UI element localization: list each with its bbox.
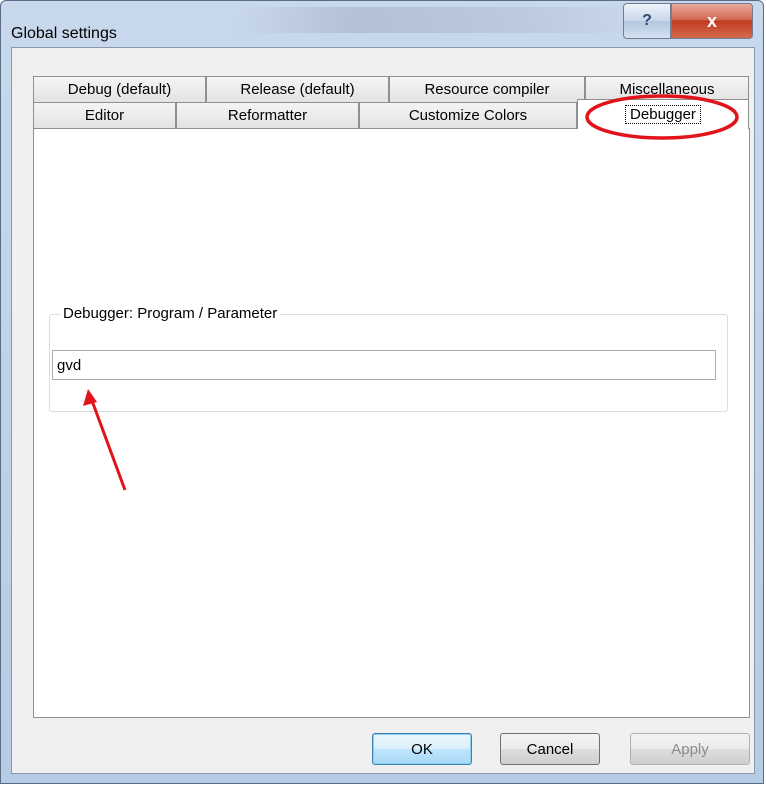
tab-reformatter[interactable]: Reformatter [176,102,359,128]
title-bar-glass [231,7,651,33]
close-icon: x [706,10,717,31]
tab-editor[interactable]: Editor [33,102,176,128]
apply-button-label: Apply [671,740,709,758]
tab-label: Reformatter [227,107,308,124]
groupbox-label: Debugger: Program / Parameter [60,305,281,322]
tab-label: Miscellaneous [619,81,715,98]
tab-customize-colors[interactable]: Customize Colors [359,102,577,128]
tab-label: Debugger [625,105,701,124]
ok-button[interactable]: OK [372,733,472,765]
cancel-button-label: Cancel [526,740,574,758]
tab-debug-default[interactable]: Debug (default) [33,76,206,102]
help-button[interactable]: ? [623,3,671,39]
tab-release-default[interactable]: Release (default) [206,76,389,102]
debugger-program-input[interactable] [52,350,716,380]
ok-button-label: OK [411,740,433,758]
tab-label: Resource compiler [424,81,550,98]
tab-label: Customize Colors [408,107,528,124]
help-icon: ? [642,12,652,29]
tab-resource-compiler[interactable]: Resource compiler [389,76,585,102]
apply-button: Apply [630,733,750,765]
debugger-tab-panel [33,128,750,718]
tab-label: Editor [84,107,125,124]
tab-debugger[interactable]: Debugger [577,99,749,129]
window-title: Global settings [11,25,117,42]
cancel-button[interactable]: Cancel [500,733,600,765]
close-button[interactable]: x [671,3,753,39]
tab-label: Debug (default) [67,81,172,98]
tab-label: Release (default) [240,81,355,98]
